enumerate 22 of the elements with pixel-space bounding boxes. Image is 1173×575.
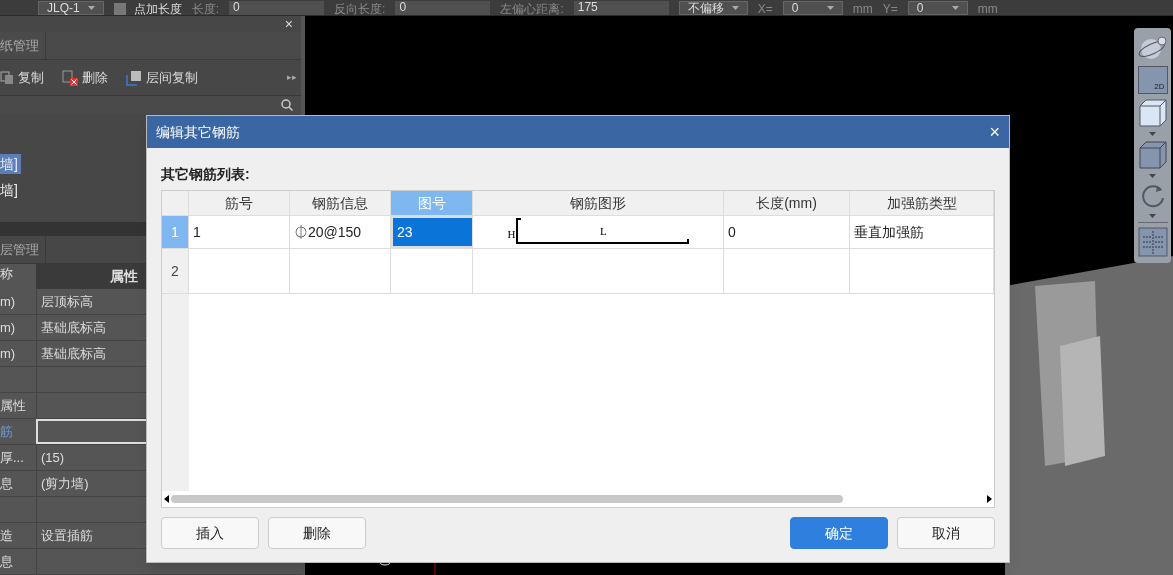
field-label: mm xyxy=(977,3,998,15)
field-label: 左偏心距离: xyxy=(500,3,564,15)
property-name: 属性 xyxy=(0,393,36,418)
field-label: 长度: xyxy=(191,3,220,15)
property-name: 厚... xyxy=(0,445,36,470)
field-label: Y= xyxy=(882,3,898,15)
property-name: 息 xyxy=(0,471,36,496)
property-name: 筋 xyxy=(0,419,36,444)
property-name: 造 xyxy=(0,523,36,548)
field-label: mm xyxy=(852,3,873,15)
list-label: 其它钢筋列表: xyxy=(161,165,251,184)
field-label: X= xyxy=(757,3,773,15)
property-name: 息 xyxy=(0,549,36,574)
dimension-label: L xyxy=(600,225,607,237)
dialog-title: 编辑其它钢筋 xyxy=(156,122,240,142)
dimension-label: H xyxy=(507,229,516,240)
property-name: m) xyxy=(0,289,36,314)
field-label: 反向长度: xyxy=(334,3,386,15)
checkbox-label: 点加长度 xyxy=(133,3,182,15)
property-name: m) xyxy=(0,341,36,366)
column-header: 称 xyxy=(0,264,36,289)
property-name: m) xyxy=(0,315,36,340)
